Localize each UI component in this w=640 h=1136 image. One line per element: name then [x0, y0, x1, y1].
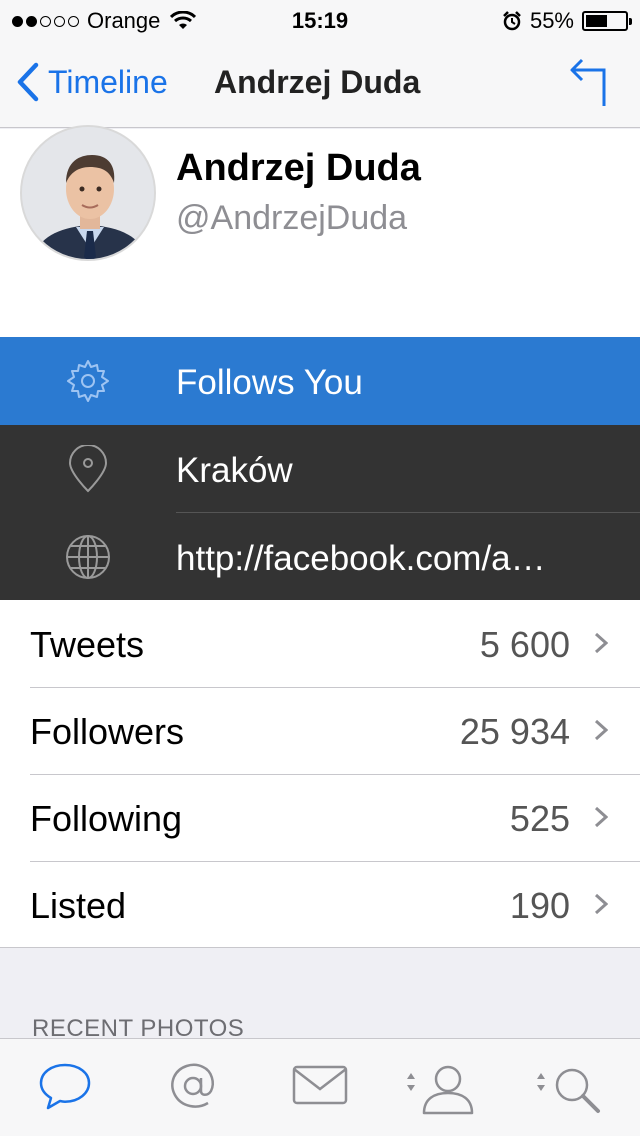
chevron-right-icon — [594, 806, 608, 828]
battery-icon — [582, 11, 632, 31]
battery-fill — [586, 15, 607, 27]
gear-icon — [67, 360, 109, 402]
globe-icon — [66, 535, 110, 579]
stat-value: 5 600 — [479, 624, 570, 665]
chevron-right-icon — [594, 893, 608, 915]
nav-bar: Timeline Andrzej Duda — [0, 40, 640, 128]
mentions-icon[interactable] — [168, 1061, 218, 1111]
avatar[interactable] — [20, 125, 156, 261]
back-button[interactable]: Timeline — [16, 62, 168, 102]
follows-you-row: Follows You — [0, 337, 640, 425]
stat-row-listed[interactable]: Listed 190 — [0, 861, 640, 948]
stat-label: Listed — [30, 885, 127, 926]
reply-icon[interactable] — [568, 56, 612, 108]
messages-icon[interactable] — [292, 1061, 348, 1107]
stat-row-followers[interactable]: Followers 25 934 — [0, 687, 640, 774]
location-label: Kraków — [176, 451, 293, 490]
chevron-left-icon — [17, 62, 39, 102]
stat-label: Followers — [30, 711, 185, 752]
stat-value: 525 — [509, 798, 570, 839]
chevron-right-icon — [594, 632, 608, 654]
stat-row-tweets[interactable]: Tweets 5 600 — [0, 600, 640, 687]
stats-list: Tweets 5 600 Followers 25 934 Following … — [0, 600, 640, 948]
status-right: 55% — [502, 8, 632, 34]
stat-label: Tweets — [30, 624, 145, 665]
search-icon[interactable] — [534, 1065, 604, 1115]
website-url: http://facebook.com/a… — [176, 539, 546, 578]
nav-title: Andrzej Duda — [214, 64, 421, 100]
follows-you-label: Follows You — [176, 363, 363, 402]
back-button-label: Timeline — [48, 63, 168, 100]
battery-percent: 55% — [529, 8, 574, 33]
website-row[interactable]: http://facebook.com/a… — [0, 513, 640, 600]
stat-value: 190 — [509, 885, 570, 926]
timeline-icon[interactable] — [38, 1061, 92, 1111]
stat-label: Following — [30, 798, 183, 839]
stat-value: 25 934 — [459, 711, 570, 752]
location-pin-icon — [68, 445, 108, 493]
stat-row-following[interactable]: Following 525 — [0, 774, 640, 861]
profile-header: Andrzej Duda @AndrzejDuda — [0, 125, 640, 337]
chevron-right-icon — [594, 719, 608, 741]
profile-name: Andrzej Duda — [176, 147, 421, 189]
profile-handle: @AndrzejDuda — [176, 199, 408, 237]
location-row[interactable]: Kraków — [0, 425, 640, 513]
status-bar: Orange 15:19 55% — [0, 0, 640, 40]
alarm-icon — [503, 11, 521, 31]
tab-bar — [0, 1038, 640, 1136]
profile-switch-icon[interactable] — [404, 1065, 476, 1115]
